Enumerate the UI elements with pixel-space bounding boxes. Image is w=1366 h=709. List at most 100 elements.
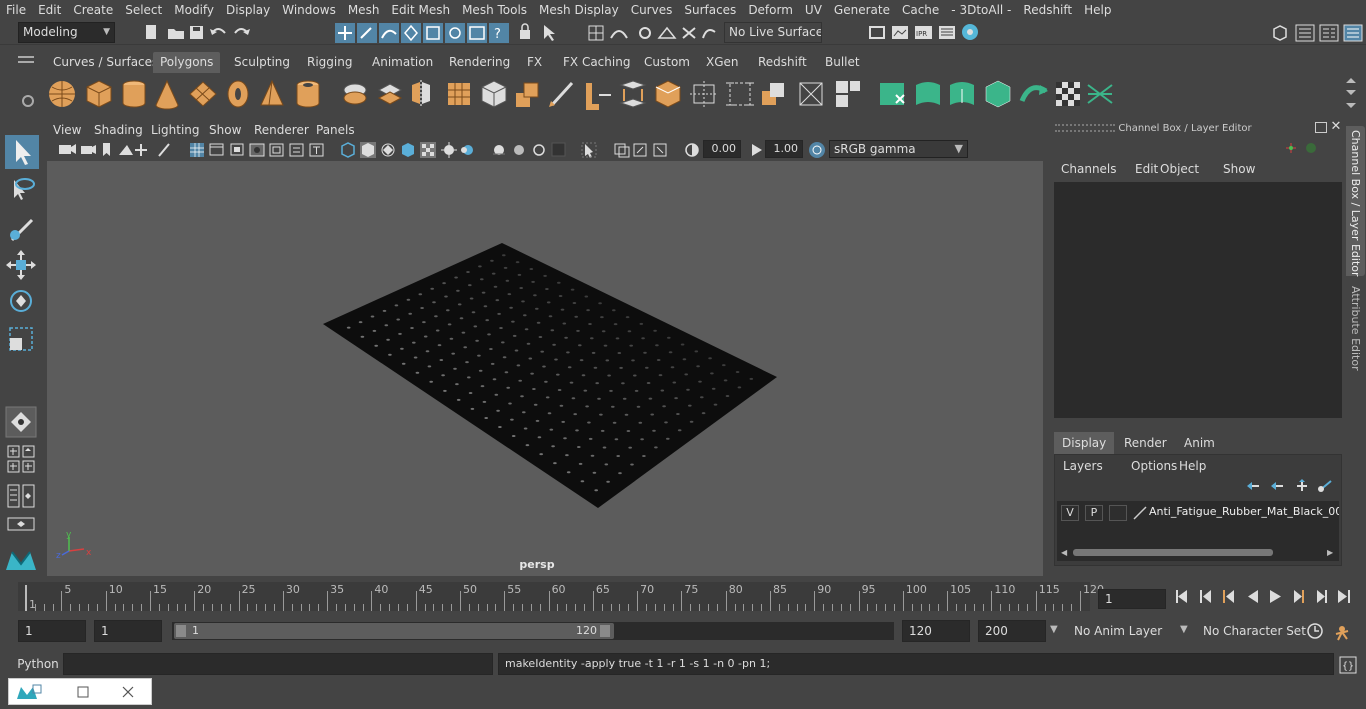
auto-key-icon[interactable]	[1307, 623, 1323, 639]
shelf-tab-fx-caching[interactable]: FX Caching	[556, 52, 637, 73]
depth-of-field-icon[interactable]	[533, 144, 545, 156]
viewport-menu-show[interactable]: Show	[209, 120, 241, 140]
menu-mesh[interactable]: Mesh	[342, 0, 386, 20]
animation-start-field[interactable]: 1	[18, 620, 86, 642]
persp-layout-icon[interactable]	[7, 517, 35, 531]
step-forward-key-icon[interactable]	[1317, 590, 1327, 603]
merge-vertex-icon[interactable]	[726, 82, 754, 106]
paint-select-icon[interactable]	[10, 218, 34, 242]
layer-display-type-toggle[interactable]	[1109, 505, 1127, 521]
redo-icon[interactable]	[234, 28, 250, 35]
shelf-tab-curves-surfaces[interactable]: Curves / Surfaces	[46, 52, 165, 73]
range-slider-bar[interactable]: 1 120	[174, 623, 614, 639]
exposure-field[interactable]: 0.00	[703, 140, 741, 158]
current-frame-field[interactable]: 1	[1098, 589, 1166, 609]
poly-pipe-icon[interactable]	[296, 80, 320, 108]
scale-tool-icon[interactable]	[9, 327, 33, 351]
channel-box-menu-show[interactable]: Show	[1223, 162, 1255, 176]
live-surface-field[interactable]: No Live Surface	[724, 22, 822, 43]
soft-select-icon[interactable]	[5, 406, 37, 438]
field-chart-icon[interactable]	[269, 143, 284, 157]
step-back-key-icon[interactable]	[1200, 590, 1211, 603]
channel-box-toggle-icon[interactable]	[1343, 24, 1363, 42]
menu-create[interactable]: Create	[67, 0, 119, 20]
xray-active-icon[interactable]	[633, 143, 647, 157]
textured-icon[interactable]	[402, 143, 414, 157]
render-view-icon[interactable]	[869, 26, 885, 39]
attribute-editor-toggle-icon[interactable]	[1295, 24, 1315, 42]
close-icon[interactable]: ✕	[1329, 120, 1343, 134]
scroll-left-icon[interactable]: ◀	[1061, 549, 1069, 557]
layer-row[interactable]: V P Anti_Fatigue_Rubber_Mat_Black_003	[1059, 504, 1339, 523]
select-component-icon[interactable]	[379, 23, 399, 43]
time-slider-track[interactable]: 1 5 10 15 20 25 30 35 40 45 50 55 60 65 70 75 80 85 90 95 10…	[18, 582, 1104, 611]
isolate-select-icon[interactable]	[551, 142, 566, 157]
animation-end-field[interactable]: 200	[978, 620, 1046, 642]
viewport-menu-view[interactable]: View	[53, 120, 81, 140]
move-layer-down-icon[interactable]	[1271, 482, 1283, 490]
shelf-tab-animation[interactable]: Animation	[365, 52, 440, 73]
animation-preferences-icon[interactable]	[1335, 626, 1349, 641]
combine-icon[interactable]	[343, 83, 367, 105]
menu-surfaces[interactable]: Surfaces	[678, 0, 742, 20]
checker-map-icon[interactable]	[1056, 82, 1080, 106]
range-end-handle[interactable]	[600, 625, 610, 637]
shelf-tab-fx[interactable]: FX	[520, 52, 549, 73]
maya-app-icon[interactable]	[17, 684, 42, 699]
cursor-select-icon[interactable]	[544, 25, 555, 41]
undo-icon[interactable]	[210, 28, 226, 35]
uv-layout-icon[interactable]	[1087, 84, 1113, 104]
layer-menu-help[interactable]: Help	[1179, 459, 1206, 473]
multi-cut-icon[interactable]	[549, 81, 574, 107]
sync-icon[interactable]	[1306, 143, 1316, 153]
select-tool-icon[interactable]	[5, 135, 39, 169]
poly-torus-icon[interactable]	[227, 80, 249, 108]
float-panel-icon[interactable]	[1315, 122, 1327, 133]
poly-plane-icon[interactable]	[189, 81, 217, 107]
gamma-icon[interactable]	[747, 140, 767, 160]
step-forward-frame-icon[interactable]	[1294, 590, 1304, 603]
use-all-lights-icon[interactable]	[420, 142, 436, 158]
smooth-shade-all-icon[interactable]	[360, 142, 376, 158]
edge-mask-icon[interactable]	[423, 23, 443, 43]
snap-curve-icon[interactable]	[610, 30, 628, 39]
shadows-icon[interactable]	[441, 142, 457, 158]
smooth-icon[interactable]	[448, 83, 470, 105]
face-mask-icon[interactable]	[445, 23, 465, 43]
channel-box-menu-object[interactable]: Object	[1160, 162, 1199, 176]
layer-tab-anim[interactable]: Anim	[1176, 432, 1223, 454]
poly-cone-icon[interactable]	[155, 79, 179, 110]
scrollbar-thumb[interactable]	[1073, 549, 1273, 556]
shelf-tab-xgen[interactable]: XGen	[699, 52, 746, 73]
menu-display[interactable]: Display	[220, 0, 276, 20]
motion-blur-icon[interactable]	[493, 145, 505, 155]
layer-visibility-toggle[interactable]: V	[1061, 505, 1079, 521]
playback-end-field[interactable]: 120	[902, 620, 970, 642]
menu-edit[interactable]: Edit	[32, 0, 67, 20]
scroll-right-icon[interactable]: ▶	[1327, 549, 1335, 557]
grease-pencil-icon[interactable]	[158, 143, 170, 157]
viewport-menu-shading[interactable]: Shading	[94, 120, 143, 140]
shelf-tab-bullet[interactable]: Bullet	[818, 52, 867, 73]
render-frame-icon[interactable]	[892, 26, 908, 39]
menu-file[interactable]: File	[0, 0, 32, 20]
snap-live-icon[interactable]	[682, 27, 696, 39]
shelf-tab-custom[interactable]: Custom	[637, 52, 697, 73]
go-to-start-icon[interactable]	[1176, 590, 1187, 603]
layer-playback-toggle[interactable]: P	[1085, 505, 1103, 521]
rubber-mat-mesh[interactable]	[323, 243, 777, 508]
multisample-aa-icon[interactable]	[514, 145, 524, 155]
four-pane-layout-icon[interactable]	[7, 460, 35, 473]
planar-mapping-icon[interactable]	[916, 82, 940, 105]
uv-mask-icon[interactable]	[467, 23, 487, 43]
select-hierarchy-icon[interactable]	[335, 23, 355, 43]
automatic-mapping-icon[interactable]	[985, 80, 1011, 108]
close-window-icon[interactable]	[122, 686, 134, 698]
menu-mesh-tools[interactable]: Mesh Tools	[456, 0, 533, 20]
menu-help[interactable]: Help	[1078, 0, 1117, 20]
camera-attributes-icon[interactable]	[81, 145, 96, 154]
perspective-viewport[interactable]: x y z persp	[47, 161, 1043, 576]
script-language-toggle[interactable]: Python	[14, 652, 62, 676]
bookmark-icon[interactable]	[103, 143, 110, 156]
shelf-tab-redshift[interactable]: Redshift	[751, 52, 814, 73]
